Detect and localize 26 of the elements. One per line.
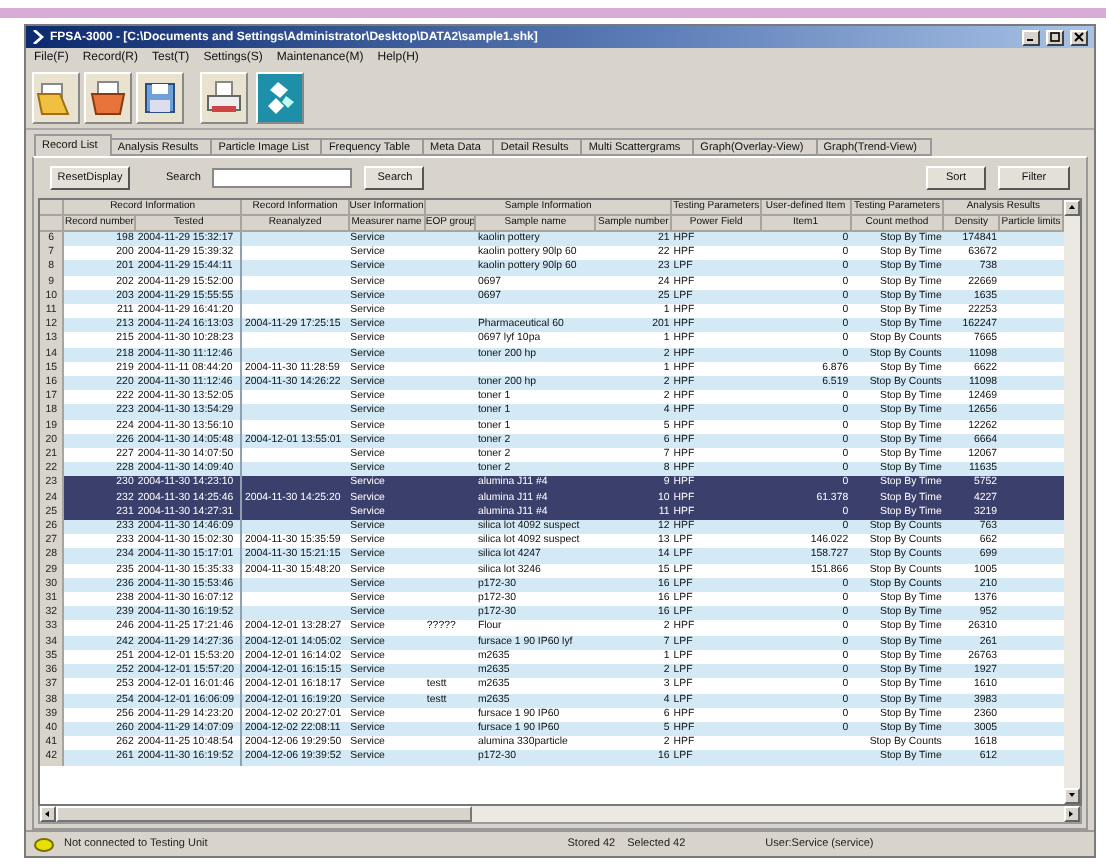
print-button[interactable]: [200, 72, 248, 124]
printer-icon: [204, 78, 244, 118]
close-icon: [1074, 32, 1084, 42]
save-button[interactable]: [136, 72, 184, 124]
search-field[interactable]: [212, 167, 353, 187]
scroll-up-button[interactable]: [1064, 200, 1080, 216]
left-arrow-icon: [44, 810, 52, 818]
scroll-right-button[interactable]: [1064, 806, 1080, 822]
up-arrow-icon: [1068, 204, 1076, 212]
horizontal-scrollbar[interactable]: [38, 806, 1082, 824]
vertical-scrollbar[interactable]: [1064, 200, 1080, 804]
app-icon: [32, 30, 44, 44]
folder-icon: [88, 78, 128, 118]
right-arrow-icon: [1068, 810, 1076, 818]
open-folder-button[interactable]: [32, 72, 80, 124]
connection-indicator-icon: [34, 837, 54, 851]
scroll-down-button[interactable]: [1064, 788, 1080, 804]
diamond-tool-button[interactable]: [256, 72, 304, 124]
maximize-button[interactable]: [1046, 29, 1064, 45]
maximize-icon: [1050, 32, 1060, 42]
folder-button[interactable]: [84, 72, 132, 124]
scroll-thumb[interactable]: [56, 806, 472, 822]
scroll-left-button[interactable]: [40, 806, 56, 822]
minimize-button[interactable]: [1022, 29, 1040, 45]
close-button[interactable]: [1070, 29, 1088, 45]
down-arrow-icon: [1068, 792, 1076, 800]
